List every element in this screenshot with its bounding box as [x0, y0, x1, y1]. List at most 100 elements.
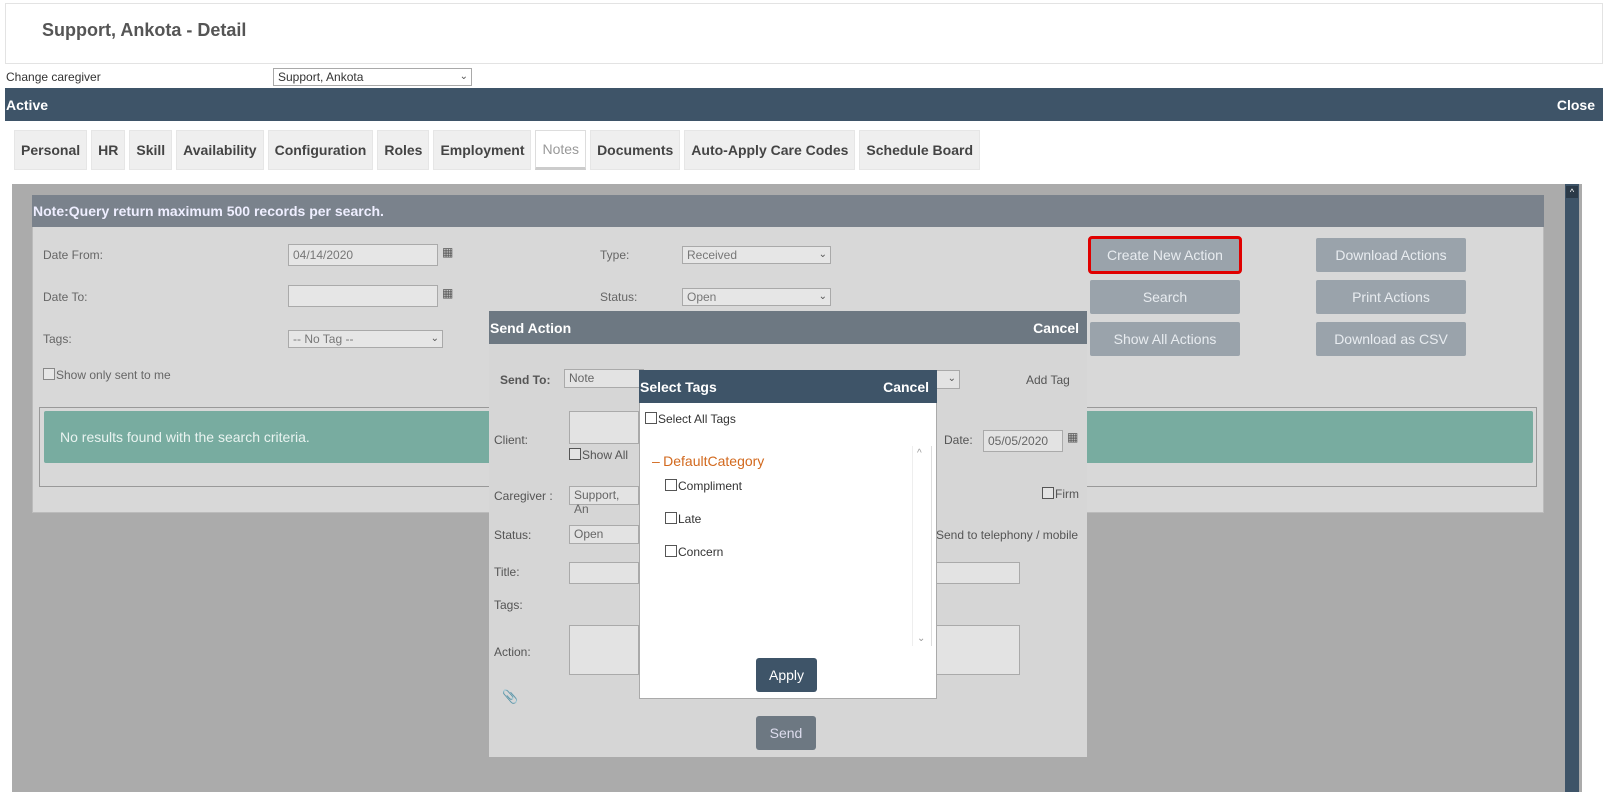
title-input-right[interactable] — [934, 562, 1020, 584]
tab-auto-apply-care-codes[interactable]: Auto-Apply Care Codes — [684, 130, 856, 170]
tags-select-value: -- No Tag -- — [293, 332, 354, 346]
title-label: Title: — [494, 565, 520, 579]
add-tag-link[interactable]: Add Tag — [1026, 373, 1070, 387]
status-active: Active — [6, 97, 49, 113]
tag-label: Compliment — [678, 479, 743, 493]
select-all-checkbox[interactable] — [645, 412, 657, 424]
scrollbar[interactable] — [1565, 184, 1579, 792]
show-only-sent-label: Show only sent to me — [56, 368, 171, 382]
collapse-icon[interactable]: – — [652, 453, 660, 469]
caregiver-select[interactable]: Support, Ankota ⌄ — [273, 68, 472, 86]
tags-select[interactable]: -- No Tag -- ⌄ — [288, 330, 443, 348]
tab-personal[interactable]: Personal — [14, 130, 88, 170]
status-select[interactable]: Open — [569, 525, 639, 544]
show-only-sent-checkbox[interactable] — [43, 368, 55, 380]
tab-skill[interactable]: Skill — [129, 130, 173, 170]
status-label: Status: — [600, 290, 638, 304]
download-csv-button[interactable]: Download as CSV — [1316, 322, 1466, 356]
calendar-icon[interactable]: ▦ — [1067, 430, 1078, 444]
tab-employment[interactable]: Employment — [433, 130, 532, 170]
caregiver-label: Caregiver : — [494, 489, 553, 503]
caregiver-select-value: Support, Ankota — [278, 70, 364, 84]
scroll-down-icon[interactable]: ⌄ — [917, 633, 925, 644]
show-all-actions-button[interactable]: Show All Actions — [1090, 322, 1240, 356]
tab-bar: Personal HR Skill Availability Configura… — [14, 130, 981, 170]
chevron-down-icon: ⌄ — [459, 71, 468, 82]
firm-option[interactable]: Firm — [1042, 487, 1079, 501]
date-input[interactable]: 05/05/2020 — [983, 430, 1063, 452]
calendar-icon[interactable]: ▦ — [442, 245, 453, 259]
tag-item[interactable]: Late — [665, 512, 701, 526]
scroll-up-icon[interactable]: ^ — [917, 448, 922, 459]
create-new-action-button[interactable]: Create New Action — [1088, 236, 1242, 274]
send-to-select[interactable]: Note — [564, 369, 644, 388]
search-button[interactable]: Search — [1090, 280, 1240, 314]
tab-roles[interactable]: Roles — [377, 130, 430, 170]
show-all-checkbox[interactable] — [569, 448, 581, 460]
date-from-input[interactable]: 04/14/2020 — [288, 244, 438, 266]
tag-item[interactable]: Compliment — [665, 479, 742, 493]
tab-schedule-board[interactable]: Schedule Board — [859, 130, 981, 170]
show-only-sent[interactable]: Show only sent to me — [43, 368, 171, 382]
tab-configuration[interactable]: Configuration — [267, 130, 374, 170]
download-actions-button[interactable]: Download Actions — [1316, 238, 1466, 272]
tag-item[interactable]: Concern — [665, 545, 723, 559]
tag-checkbox[interactable] — [665, 545, 677, 557]
category-label: DefaultCategory — [663, 453, 765, 469]
print-actions-button[interactable]: Print Actions — [1316, 280, 1466, 314]
tab-hr[interactable]: HR — [91, 130, 126, 170]
tag-label: Concern — [678, 545, 724, 559]
type-select[interactable]: Received ⌄ — [682, 246, 831, 264]
select-tags-cancel[interactable]: Cancel — [883, 379, 929, 395]
title-input-left[interactable] — [569, 562, 639, 584]
scroll-up-icon[interactable]: ^ — [1566, 186, 1578, 198]
tags-label: Tags: — [43, 332, 72, 346]
tag-checkbox[interactable] — [665, 479, 677, 491]
client-input[interactable] — [569, 411, 639, 444]
chevron-down-icon: ⌄ — [947, 373, 956, 384]
status-select[interactable]: Open ⌄ — [682, 288, 831, 306]
tag-list-scrollbar[interactable]: ^ ⌄ — [912, 446, 930, 646]
select-tags-title: Select Tags — [640, 379, 717, 395]
date-from-label: Date From: — [43, 248, 104, 262]
action-textarea-right[interactable] — [934, 625, 1020, 675]
caregiver-input[interactable]: Support, An — [569, 486, 639, 516]
send-to-label: Send To: — [500, 373, 551, 387]
show-all-option[interactable]: Show All — [569, 448, 628, 462]
select-all-tags[interactable]: Select All Tags — [645, 412, 736, 426]
tab-availability[interactable]: Availability — [176, 130, 264, 170]
close-button[interactable]: Close — [1557, 97, 1595, 113]
type-select-value: Received — [687, 248, 738, 262]
send-action-cancel[interactable]: Cancel — [1033, 320, 1079, 336]
action-label: Action: — [494, 645, 531, 659]
send-action-header: Send Action Cancel — [489, 311, 1087, 344]
select-tags-header: Select Tags Cancel — [639, 370, 937, 403]
default-category[interactable]: – DefaultCategory — [652, 453, 764, 469]
date-label: Date: — [944, 433, 973, 447]
tag-checkbox[interactable] — [665, 512, 677, 524]
chevron-down-icon: ⌄ — [818, 249, 827, 260]
show-all-label: Show All — [582, 448, 629, 462]
date-to-label: Date To: — [43, 290, 88, 304]
paperclip-icon[interactable]: 📎 — [502, 689, 518, 705]
date-to-input[interactable] — [288, 285, 438, 307]
tab-notes[interactable]: Notes — [535, 130, 587, 170]
chevron-down-icon: ⌄ — [430, 333, 439, 344]
calendar-icon[interactable]: ▦ — [442, 286, 453, 300]
page-title: Support, Ankota - Detail — [42, 20, 247, 40]
apply-button[interactable]: Apply — [756, 658, 817, 692]
select-all-label: Select All Tags — [658, 412, 736, 426]
tag-label: Late — [678, 512, 702, 526]
action-textarea-left[interactable] — [569, 625, 639, 675]
send-action-select-right[interactable]: ⌄ — [934, 370, 960, 389]
status-select-value: Open — [687, 290, 717, 304]
type-label: Type: — [600, 248, 630, 262]
notes-banner: Note:Query return maximum 500 records pe… — [32, 195, 1544, 227]
change-caregiver-label: Change caregiver — [6, 70, 101, 84]
firm-label: Firm — [1055, 487, 1079, 501]
chevron-down-icon: ⌄ — [818, 291, 827, 302]
tab-documents[interactable]: Documents — [590, 130, 681, 170]
client-label: Client: — [494, 433, 529, 447]
firm-checkbox[interactable] — [1042, 487, 1054, 499]
send-button[interactable]: Send — [756, 716, 816, 750]
